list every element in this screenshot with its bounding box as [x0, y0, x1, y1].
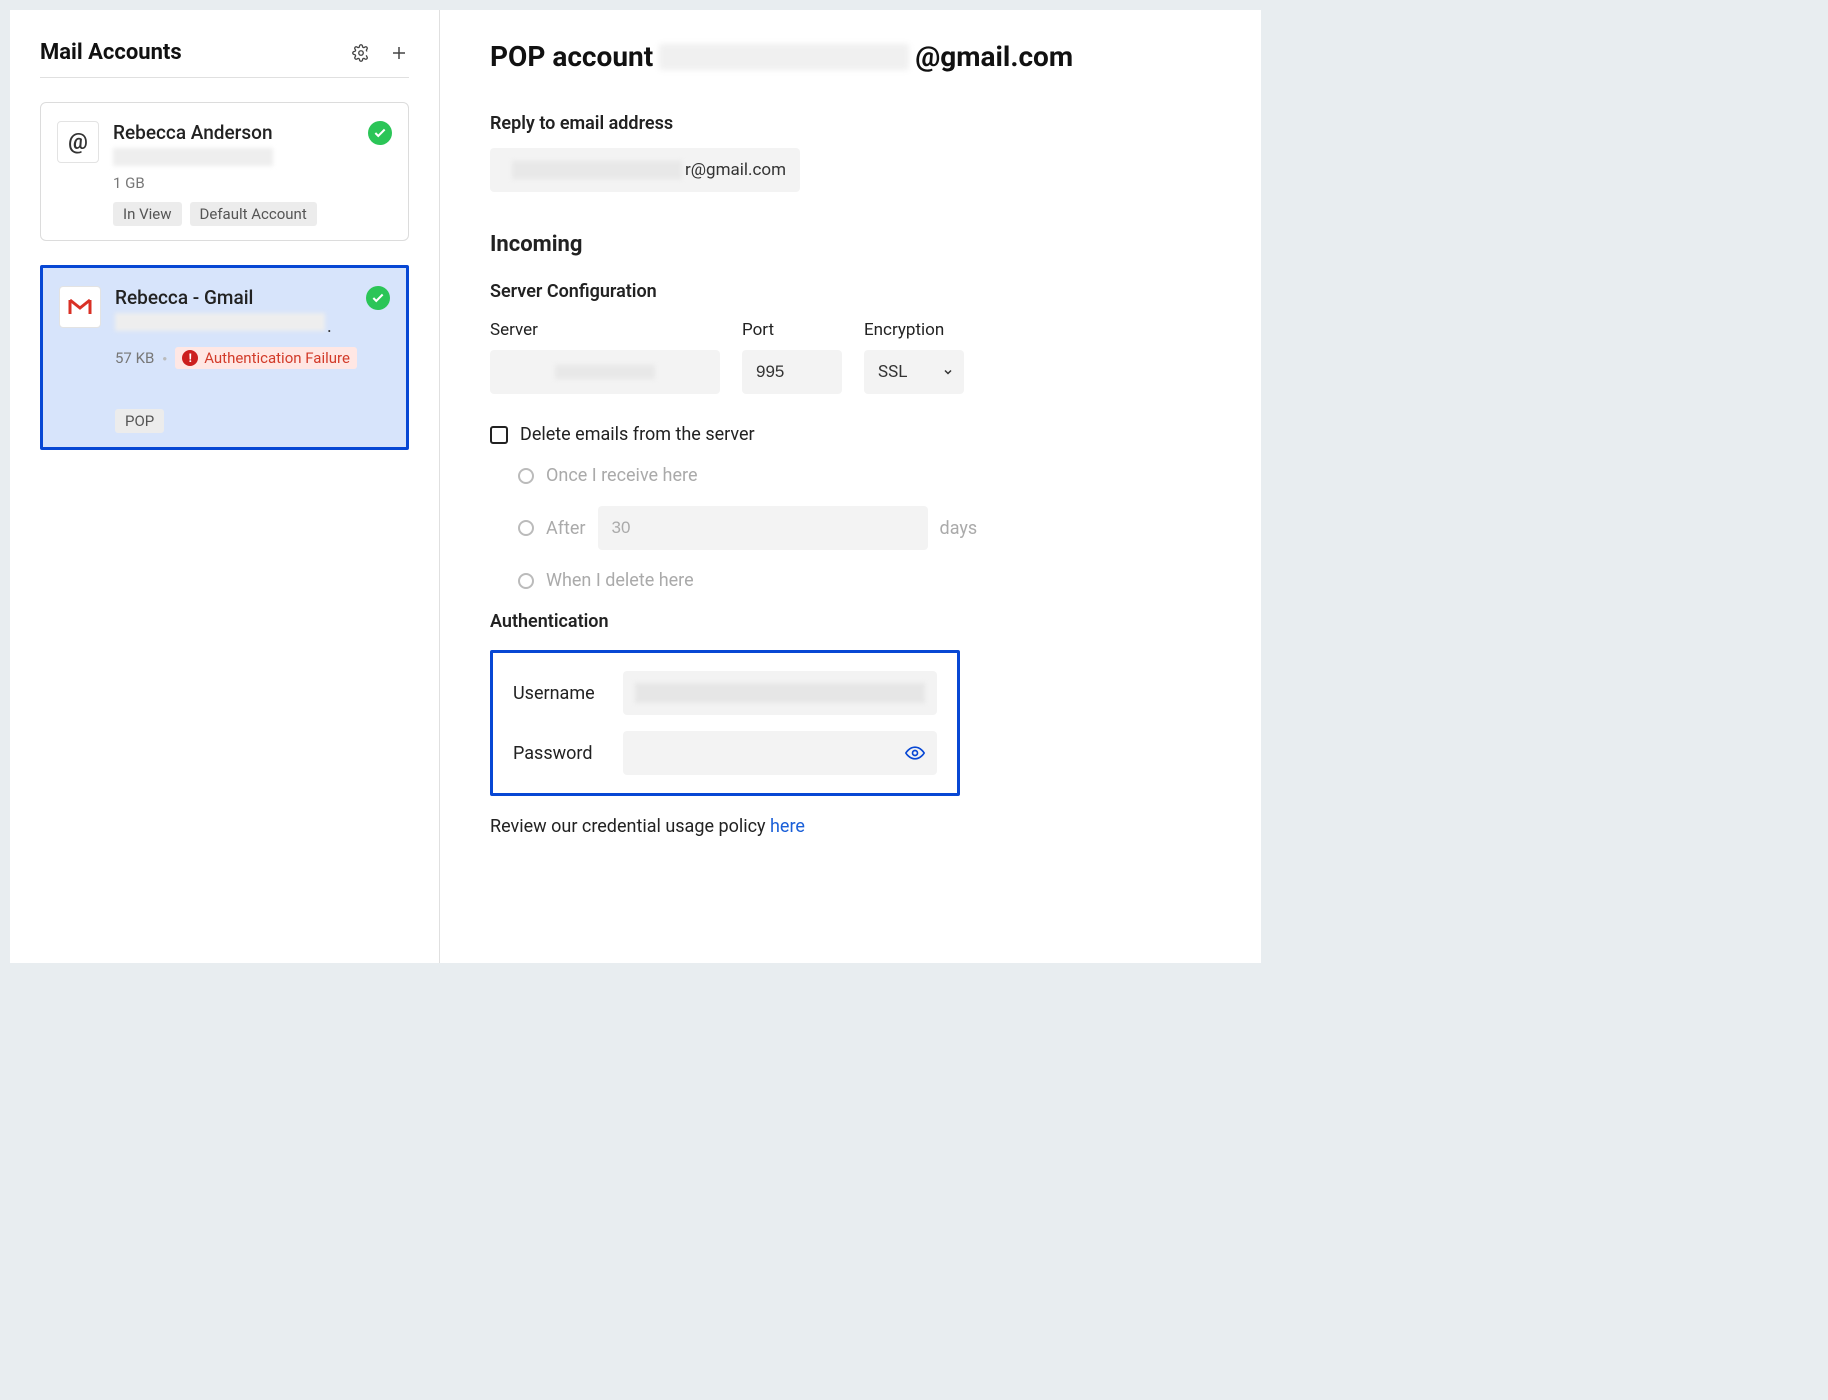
account-email-redacted: [113, 148, 273, 166]
port-field[interactable]: [742, 350, 842, 394]
account-body: Rebecca Anderson 1 GB In View Default Ac…: [113, 121, 392, 226]
server-value-redacted: [555, 365, 655, 379]
add-icon[interactable]: [389, 43, 409, 63]
dot-separator: ●: [162, 354, 167, 363]
radio-delete-label: When I delete here: [546, 570, 694, 591]
reply-to-field[interactable]: r@gmail.com: [490, 148, 800, 192]
radio-icon[interactable]: [518, 573, 534, 589]
checkbox-icon[interactable]: [490, 426, 508, 444]
encryption-value: SSL: [878, 362, 907, 382]
server-column: Server: [490, 320, 720, 394]
page-title: POP account @gmail.com: [490, 40, 1211, 73]
username-redacted: [635, 683, 925, 703]
account-card[interactable]: @ Rebecca Anderson 1 GB In View Default …: [40, 102, 409, 241]
check-circle-icon: [366, 286, 390, 310]
sidebar-actions: [351, 43, 409, 63]
radio-icon[interactable]: [518, 520, 534, 536]
policy-text: Review our credential usage policy: [490, 816, 770, 837]
authentication-label: Authentication: [490, 611, 1211, 632]
title-suffix: @gmail.com: [915, 40, 1073, 73]
ellipsis: .: [327, 316, 332, 337]
account-name: Rebecca - Gmail: [115, 286, 390, 309]
policy-text-row: Review our credential usage policy here: [490, 816, 1211, 837]
encryption-select[interactable]: SSL: [864, 350, 964, 394]
radio-icon[interactable]: [518, 468, 534, 484]
radio-delete-row[interactable]: When I delete here: [518, 570, 1211, 591]
username-label: Username: [513, 683, 603, 704]
delete-emails-checkbox-row[interactable]: Delete emails from the server: [490, 424, 1211, 445]
reply-to-suffix: r@gmail.com: [685, 160, 786, 180]
reply-to-redacted: [512, 161, 682, 179]
account-email-redacted: [115, 313, 325, 331]
title-prefix: POP account: [490, 40, 653, 73]
account-meta: 57 KB ● ! Authentication Failure: [115, 347, 390, 369]
after-days-input[interactable]: [598, 506, 928, 550]
app-frame: Mail Accounts @ Rebecca Anderson 1 GB In…: [10, 10, 1261, 963]
account-name: Rebecca Anderson: [113, 121, 392, 144]
server-config-label: Server Configuration: [490, 281, 1211, 302]
tag-pop: POP: [115, 409, 164, 433]
encryption-column: Encryption SSL: [864, 320, 964, 394]
incoming-heading: Incoming: [490, 232, 1211, 257]
password-field[interactable]: [623, 731, 937, 775]
account-tags: POP: [115, 409, 390, 433]
server-col-label: Server: [490, 320, 720, 340]
gmail-icon: [59, 286, 101, 328]
alert-badge: ! Authentication Failure: [175, 347, 357, 369]
alert-text: Authentication Failure: [204, 349, 350, 367]
account-size: 57 KB: [115, 349, 154, 367]
check-circle-icon: [368, 121, 392, 145]
radio-after-prefix: After: [546, 518, 586, 539]
port-col-label: Port: [742, 320, 842, 340]
tag-in-view: In View: [113, 202, 182, 226]
encryption-col-label: Encryption: [864, 320, 964, 340]
radio-after-row[interactable]: After days: [518, 506, 1211, 550]
account-tags: In View Default Account: [113, 202, 392, 226]
title-email-redacted: [659, 44, 909, 70]
gear-icon[interactable]: [351, 43, 371, 63]
at-sign-icon: @: [57, 121, 99, 163]
main-panel: POP account @gmail.com Reply to email ad…: [440, 10, 1261, 963]
radio-after-suffix: days: [940, 518, 978, 539]
delete-emails-label: Delete emails from the server: [520, 424, 755, 445]
server-field[interactable]: [490, 350, 720, 394]
eye-icon[interactable]: [905, 743, 925, 763]
sidebar-title: Mail Accounts: [40, 40, 182, 65]
policy-link[interactable]: here: [770, 816, 805, 837]
reply-to-label: Reply to email address: [490, 113, 1211, 134]
radio-once-row[interactable]: Once I receive here: [518, 465, 1211, 486]
alert-icon: !: [182, 350, 198, 366]
chevron-down-icon: [942, 366, 954, 378]
server-config-row: Server Port Encryption SSL: [490, 320, 1211, 394]
sidebar-header: Mail Accounts: [40, 40, 409, 78]
password-row: Password: [513, 731, 937, 775]
username-row: Username: [513, 671, 937, 715]
password-label: Password: [513, 743, 603, 764]
account-body: Rebecca - Gmail . 57 KB ● ! Authenticati…: [115, 286, 390, 433]
sidebar: Mail Accounts @ Rebecca Anderson 1 GB In…: [10, 10, 440, 963]
tag-default-account: Default Account: [190, 202, 317, 226]
radio-once-label: Once I receive here: [546, 465, 698, 486]
username-field[interactable]: [623, 671, 937, 715]
account-card-selected[interactable]: Rebecca - Gmail . 57 KB ● ! Authenticati…: [40, 265, 409, 450]
authentication-box: Username Password: [490, 650, 960, 796]
account-size: 1 GB: [113, 174, 392, 192]
port-column: Port: [742, 320, 842, 394]
